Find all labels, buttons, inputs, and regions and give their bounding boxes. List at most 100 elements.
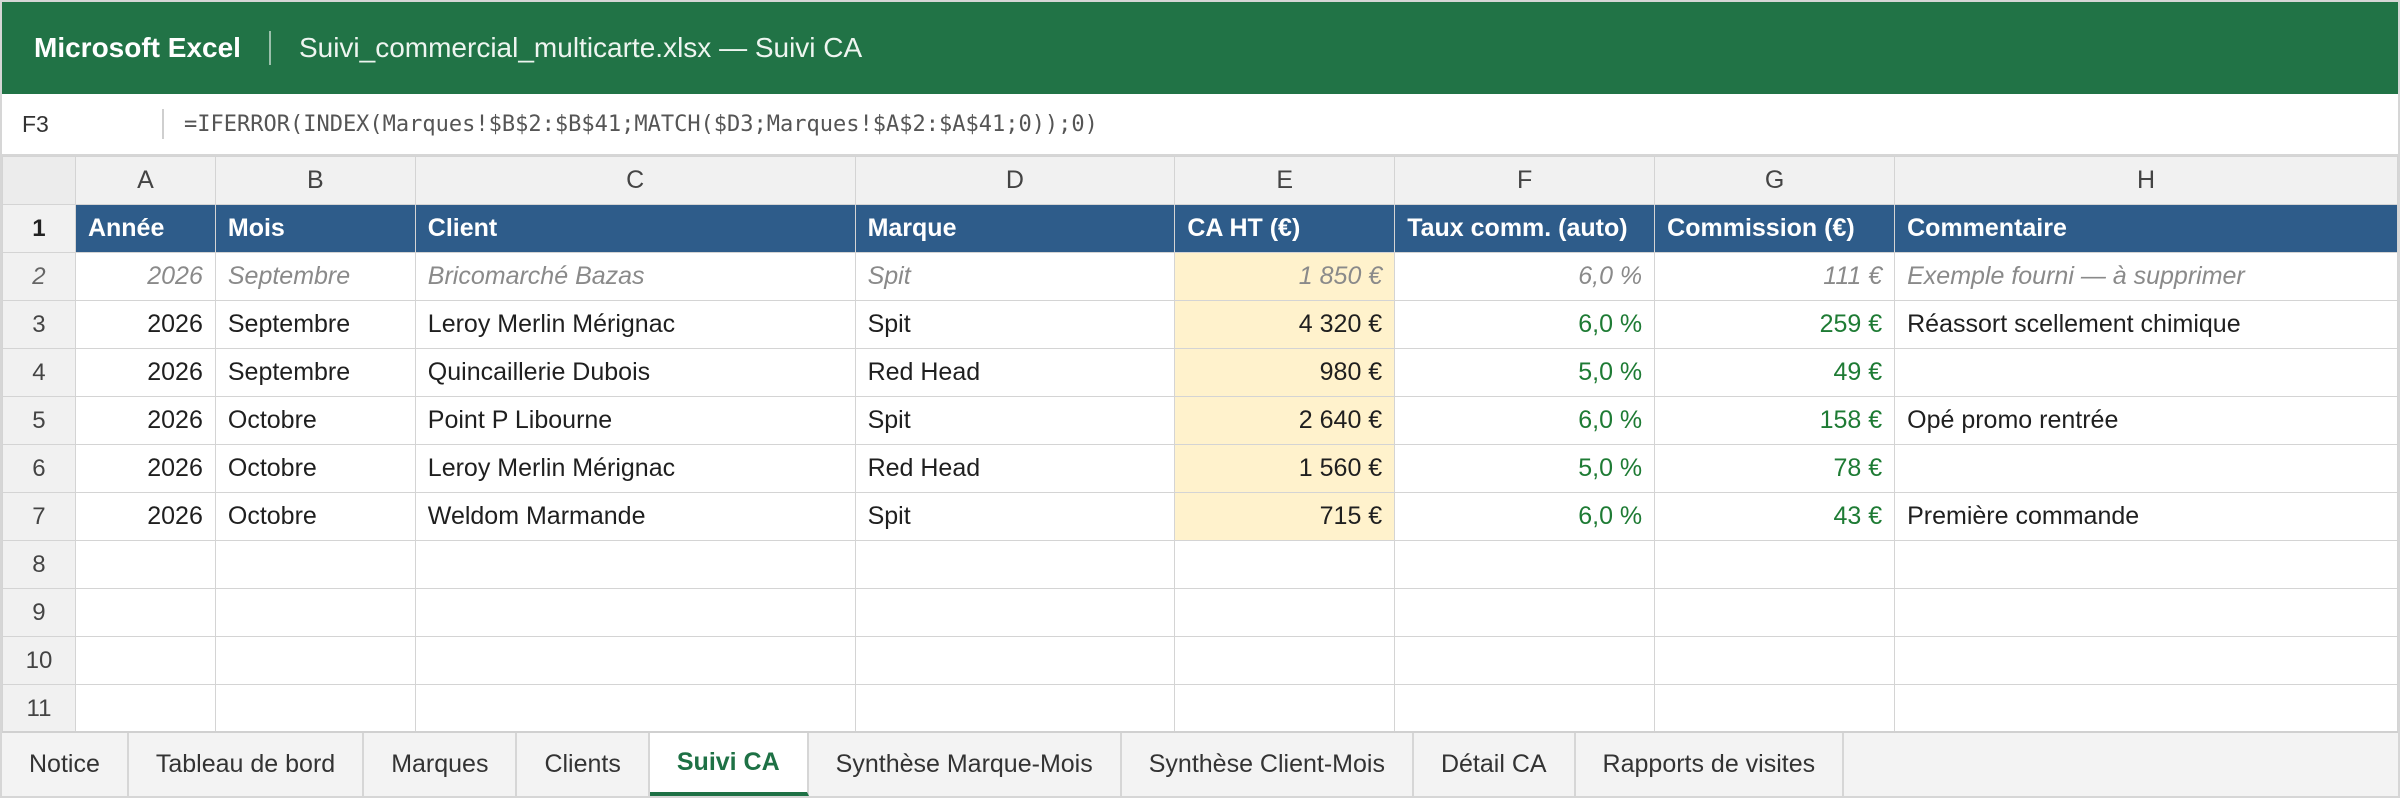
cell-commentaire[interactable]: Réassort scellement chimique [1894, 300, 2398, 349]
cell-client[interactable]: Bricomarché Bazas [414, 252, 856, 301]
cell-taux-comm[interactable]: 6,0 % [1394, 396, 1656, 445]
row-header[interactable]: 3 [2, 300, 76, 349]
cell-taux-comm[interactable] [1394, 684, 1656, 733]
cell-ca-ht[interactable]: 1 560 € [1174, 444, 1396, 493]
row-header[interactable]: 8 [2, 540, 76, 589]
header-cell[interactable]: Taux comm. (auto) [1394, 204, 1656, 253]
cell-ca-ht[interactable]: 1 850 € [1174, 252, 1396, 301]
cell-ca-ht[interactable] [1174, 588, 1396, 637]
cell-ca-ht[interactable] [1174, 684, 1396, 733]
sheet-tab[interactable]: Suivi CA [649, 733, 809, 796]
cell-client[interactable] [414, 684, 856, 733]
cell-commentaire[interactable]: Opé promo rentrée [1894, 396, 2398, 445]
name-box[interactable]: F3 [2, 111, 162, 138]
cell-ca-ht[interactable]: 980 € [1174, 348, 1396, 397]
cell-mois[interactable] [214, 684, 416, 733]
cell-client[interactable] [414, 636, 856, 685]
sheet-tab[interactable]: Synthèse Client-Mois [1122, 733, 1414, 796]
cell-client[interactable] [414, 540, 856, 589]
row-header[interactable]: 10 [2, 636, 76, 685]
cell-mois[interactable] [214, 540, 416, 589]
sheet-tab[interactable]: Tableau de bord [129, 733, 365, 796]
cell-commission[interactable] [1654, 588, 1896, 637]
cell-mois[interactable]: Octobre [214, 396, 416, 445]
cell-marque[interactable]: Spit [854, 300, 1176, 349]
cell-taux-comm[interactable] [1394, 588, 1656, 637]
cell-commentaire[interactable]: Exemple fourni — à supprimer [1894, 252, 2398, 301]
row-header[interactable]: 11 [2, 684, 76, 733]
header-cell[interactable]: CA HT (€) [1174, 204, 1396, 253]
cell-taux-comm[interactable]: 5,0 % [1394, 348, 1656, 397]
cell-annee[interactable]: 2026 [74, 444, 216, 493]
cell-taux-comm[interactable]: 6,0 % [1394, 492, 1656, 541]
cell-taux-comm[interactable]: 6,0 % [1394, 252, 1656, 301]
cell-commentaire[interactable] [1894, 636, 2398, 685]
cell-annee[interactable] [74, 636, 216, 685]
cell-commission[interactable] [1654, 636, 1896, 685]
column-header[interactable]: A [74, 156, 216, 205]
row-header[interactable]: 6 [2, 444, 76, 493]
column-header[interactable]: E [1174, 156, 1396, 205]
cell-ca-ht[interactable] [1174, 540, 1396, 589]
cell-annee[interactable]: 2026 [74, 300, 216, 349]
row-header[interactable]: 9 [2, 588, 76, 637]
cell-client[interactable]: Weldom Marmande [414, 492, 856, 541]
sheet-tab[interactable]: Synthèse Marque-Mois [809, 733, 1122, 796]
cell-commentaire[interactable] [1894, 348, 2398, 397]
header-cell[interactable]: Client [414, 204, 856, 253]
cell-taux-comm[interactable]: 6,0 % [1394, 300, 1656, 349]
cell-client[interactable]: Point P Libourne [414, 396, 856, 445]
header-cell[interactable]: Commentaire [1894, 204, 2398, 253]
cell-taux-comm[interactable] [1394, 540, 1656, 589]
select-all-corner[interactable] [2, 156, 76, 205]
cell-taux-comm[interactable]: 5,0 % [1394, 444, 1656, 493]
cell-commission[interactable]: 259 € [1654, 300, 1896, 349]
cell-commentaire[interactable]: Première commande [1894, 492, 2398, 541]
cell-commentaire[interactable] [1894, 684, 2398, 733]
cell-marque[interactable] [854, 636, 1176, 685]
cell-client[interactable]: Leroy Merlin Mérignac [414, 300, 856, 349]
cell-ca-ht[interactable]: 2 640 € [1174, 396, 1396, 445]
cell-client[interactable] [414, 588, 856, 637]
cell-annee[interactable]: 2026 [74, 492, 216, 541]
cell-commission[interactable]: 158 € [1654, 396, 1896, 445]
cell-commission[interactable] [1654, 540, 1896, 589]
cell-mois[interactable] [214, 636, 416, 685]
row-header[interactable]: 7 [2, 492, 76, 541]
formula-input[interactable]: =IFERROR(INDEX(Marques!$B$2:$B$41;MATCH(… [184, 112, 1098, 137]
column-header[interactable]: D [854, 156, 1176, 205]
header-cell[interactable]: Année [74, 204, 216, 253]
cell-ca-ht[interactable]: 4 320 € [1174, 300, 1396, 349]
cell-marque[interactable]: Spit [854, 492, 1176, 541]
sheet-tab[interactable]: Marques [364, 733, 518, 796]
cell-mois[interactable]: Septembre [214, 252, 416, 301]
cell-annee[interactable]: 2026 [74, 252, 216, 301]
cell-client[interactable]: Quincaillerie Dubois [414, 348, 856, 397]
cell-commission[interactable]: 43 € [1654, 492, 1896, 541]
column-header[interactable]: H [1894, 156, 2398, 205]
header-cell[interactable]: Marque [854, 204, 1176, 253]
cell-mois[interactable] [214, 588, 416, 637]
cell-mois[interactable]: Octobre [214, 444, 416, 493]
cell-marque[interactable] [854, 684, 1176, 733]
row-header[interactable]: 4 [2, 348, 76, 397]
cell-annee[interactable]: 2026 [74, 348, 216, 397]
row-header[interactable]: 5 [2, 396, 76, 445]
cell-annee[interactable] [74, 540, 216, 589]
cell-commission[interactable] [1654, 684, 1896, 733]
cell-marque[interactable]: Spit [854, 396, 1176, 445]
column-header[interactable]: F [1394, 156, 1656, 205]
header-cell[interactable]: Mois [214, 204, 416, 253]
cell-marque[interactable]: Spit [854, 252, 1176, 301]
sheet-tab[interactable]: Détail CA [1414, 733, 1576, 796]
sheet-tab[interactable]: Notice [2, 733, 129, 796]
cell-commentaire[interactable] [1894, 444, 2398, 493]
row-header[interactable]: 2 [2, 252, 76, 301]
cell-marque[interactable]: Red Head [854, 348, 1176, 397]
sheet-tab[interactable]: Rapports de visites [1576, 733, 1845, 796]
cell-marque[interactable] [854, 588, 1176, 637]
cell-commission[interactable]: 49 € [1654, 348, 1896, 397]
cell-marque[interactable]: Red Head [854, 444, 1176, 493]
header-cell[interactable]: Commission (€) [1654, 204, 1896, 253]
cell-annee[interactable] [74, 588, 216, 637]
